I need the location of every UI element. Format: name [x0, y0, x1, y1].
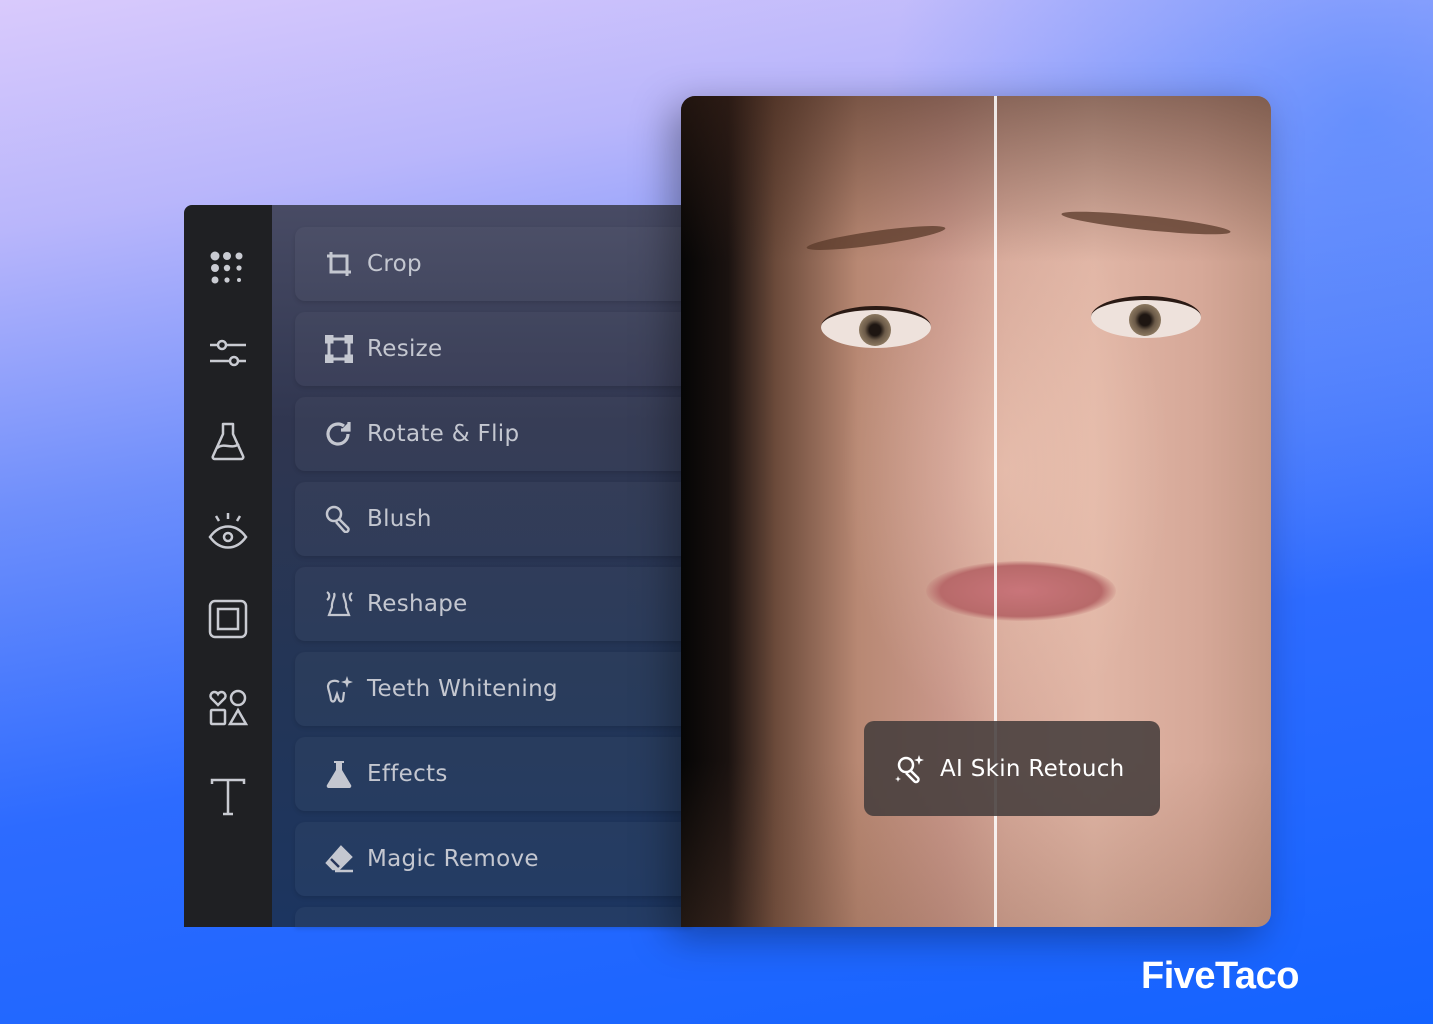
menu-item-label: Teeth Whitening: [367, 676, 558, 702]
menu-item-label: Resize: [367, 336, 443, 362]
reshape-icon: [326, 591, 353, 617]
eye-left: [821, 306, 931, 348]
blush-brush-icon: [325, 505, 350, 533]
menu-item-label: Rotate & Flip: [367, 421, 520, 447]
crop-icon: [327, 252, 351, 276]
menu-item-effects[interactable]: Effects: [295, 737, 692, 811]
rotate-icon: [326, 422, 351, 446]
edit-tools-panel: Crop Resize Rotate & Flip Blush Reshape …: [272, 205, 692, 927]
tool-sidebar: [184, 205, 272, 927]
apps-grid-icon[interactable]: [208, 249, 248, 289]
menu-item-rotate-flip[interactable]: Rotate & Flip: [295, 397, 692, 471]
eraser-icon: [325, 845, 353, 873]
flask-icon[interactable]: [208, 421, 248, 461]
lips: [926, 561, 1116, 621]
flask-filled-icon: [326, 761, 352, 788]
menu-item-blush[interactable]: Blush: [295, 482, 692, 556]
menu-item-reshape[interactable]: Reshape: [295, 567, 692, 641]
sliders-icon[interactable]: [208, 333, 248, 373]
fivetaco-logo: FiveTaco: [1141, 955, 1299, 997]
tooth-sparkle-icon: [326, 676, 353, 703]
menu-item-resize[interactable]: Resize: [295, 312, 692, 386]
ai-skin-retouch-badge[interactable]: AI Skin Retouch: [864, 721, 1160, 816]
menu-item-crop[interactable]: Crop: [295, 227, 692, 301]
menu-item-teeth-whitening[interactable]: Teeth Whitening: [295, 652, 692, 726]
resize-icon: [325, 335, 353, 363]
frame-icon[interactable]: [208, 599, 248, 639]
text-icon[interactable]: [208, 776, 248, 816]
menu-item-more[interactable]: [295, 907, 692, 927]
shapes-icon[interactable]: [208, 687, 249, 727]
menu-item-label: Crop: [367, 251, 422, 277]
menu-item-label: Blush: [367, 506, 432, 532]
eye-right: [1091, 296, 1201, 338]
menu-item-label: Magic Remove: [367, 846, 539, 872]
menu-item-magic-remove[interactable]: Magic Remove: [295, 822, 692, 896]
badge-label: AI Skin Retouch: [940, 755, 1125, 782]
eye-icon[interactable]: [208, 511, 248, 551]
menu-item-label: Reshape: [367, 591, 468, 617]
magic-retouch-icon: [895, 754, 924, 783]
menu-item-label: Effects: [367, 761, 448, 787]
